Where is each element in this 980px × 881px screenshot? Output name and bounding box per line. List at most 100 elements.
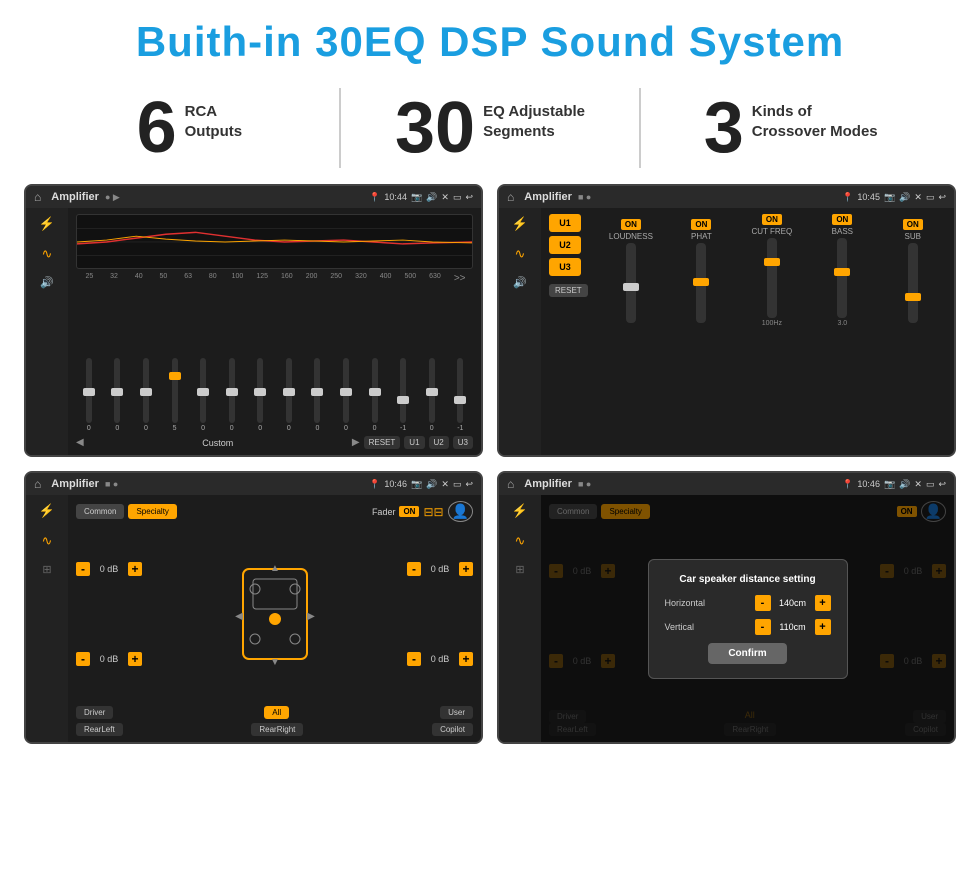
dialog-horizontal-row: Horizontal - 140cm + — [665, 595, 831, 611]
ch-cutfreq: ON CUT FREQ 100Hz — [739, 214, 805, 327]
dialog-vertical-plus[interactable]: + — [815, 619, 831, 635]
db-rr-minus[interactable]: - — [407, 652, 421, 666]
eq-track-12[interactable] — [429, 358, 435, 423]
dialog-eq-icon[interactable]: ⚡ — [512, 503, 528, 519]
amp2-reset-btn[interactable]: RESET — [549, 284, 588, 297]
eq-track-0[interactable] — [86, 358, 92, 423]
sub-slider[interactable] — [908, 243, 918, 323]
sub-on[interactable]: ON — [903, 219, 923, 230]
eq-track-13[interactable] — [457, 358, 463, 423]
freq-500: 500 — [399, 273, 422, 284]
amp2-u2-btn[interactable]: U2 — [549, 236, 581, 254]
eq-sidebar-vol-icon[interactable]: 🔊 — [40, 276, 54, 289]
eq-track-7[interactable] — [286, 358, 292, 423]
dialog-content: ⚡ ∿ ⊞ Common Specialty ON 👤 — [499, 495, 954, 742]
fader-rearright-btn[interactable]: RearRight — [251, 723, 303, 736]
fader-eq-icon[interactable]: ⚡ — [39, 503, 55, 519]
amp2-main: U1 U2 U3 RESET ON LOUDNESS — [541, 208, 954, 455]
eq-next-icon[interactable]: ▶ — [352, 437, 360, 448]
fader-on-badge[interactable]: ON — [399, 506, 419, 517]
phat-slider[interactable] — [696, 243, 706, 323]
eq-u2-btn[interactable]: U2 — [429, 436, 449, 449]
eq-track-9[interactable] — [343, 358, 349, 423]
amp2-u-buttons: U1 U2 U3 RESET — [549, 214, 588, 449]
cutfreq-slider[interactable] — [767, 238, 777, 318]
fader-back-icon[interactable]: ↩ — [465, 479, 473, 490]
fader-wave-icon[interactable]: ∿ — [42, 533, 53, 549]
db-rl: - 0 dB + — [76, 652, 142, 666]
dialog-horizontal-label: Horizontal — [665, 598, 706, 608]
eq-track-10[interactable] — [372, 358, 378, 423]
dialog-vertical-control: - 110cm + — [755, 619, 831, 635]
loudness-slider[interactable] — [626, 243, 636, 323]
dialog-expand-icon[interactable]: ⊞ — [515, 563, 524, 576]
eq-u3-btn[interactable]: U3 — [453, 436, 473, 449]
dialog-horizontal-plus[interactable]: + — [815, 595, 831, 611]
home-icon[interactable]: ⌂ — [34, 190, 41, 204]
fader-expand-icon[interactable]: ⊞ — [42, 563, 51, 576]
fader-specialty-tab[interactable]: Specialty — [128, 504, 176, 519]
cutfreq-label: CUT FREQ — [751, 227, 792, 236]
eq-sidebar-wave-icon[interactable]: ∿ — [42, 246, 53, 262]
dialog-confirm-button[interactable]: Confirm — [708, 643, 786, 664]
eq-slider-9: 0 — [333, 358, 359, 432]
eq-sliders: 0 0 0 5 0 — [76, 288, 473, 432]
fader-driver-btn[interactable]: Driver — [76, 706, 113, 719]
eq-u1-btn[interactable]: U1 — [404, 436, 424, 449]
loudness-on[interactable]: ON — [621, 219, 641, 230]
amp2-back-icon[interactable]: ↩ — [938, 192, 946, 203]
eq-track-8[interactable] — [314, 358, 320, 423]
db-rr-plus[interactable]: + — [459, 652, 473, 666]
eq-sidebar-eq-icon[interactable]: ⚡ — [39, 216, 55, 232]
db-rl-minus[interactable]: - — [76, 652, 90, 666]
fader-car-diagram-wrap: ▲ ▼ ◀ ▶ — [148, 526, 401, 702]
dialog-wave-icon[interactable]: ∿ — [515, 533, 526, 549]
bass-on[interactable]: ON — [832, 214, 852, 225]
eq-prev-icon[interactable]: ◀ — [76, 437, 84, 448]
db-rl-plus[interactable]: + — [128, 652, 142, 666]
eq-track-1[interactable] — [114, 358, 120, 423]
amp2-eq-icon[interactable]: ⚡ — [512, 216, 528, 232]
db-fr-minus[interactable]: - — [407, 562, 421, 576]
amp2-u1-btn[interactable]: U1 — [549, 214, 581, 232]
dialog-horizontal-minus[interactable]: - — [755, 595, 771, 611]
fader-home-icon[interactable]: ⌂ — [34, 477, 41, 491]
amp2-home-icon[interactable]: ⌂ — [507, 190, 514, 204]
eq-expand-icon[interactable]: >> — [448, 273, 471, 284]
eq-back-icon[interactable]: ↩ — [465, 192, 473, 203]
fader-user-btn[interactable]: User — [440, 706, 473, 719]
dialog-vertical-minus[interactable]: - — [755, 619, 771, 635]
fader-all-btn[interactable]: All — [264, 706, 289, 719]
db-fr-plus[interactable]: + — [459, 562, 473, 576]
eq-slider-1: 0 — [105, 358, 131, 432]
eq-reset-btn[interactable]: RESET — [364, 436, 401, 449]
dialog-back-icon[interactable]: ↩ — [938, 479, 946, 490]
dialog-home-icon[interactable]: ⌂ — [507, 477, 514, 491]
freq-100: 100 — [226, 273, 249, 284]
dialog-box: Car speaker distance setting Horizontal … — [648, 559, 848, 679]
eq-track-5[interactable] — [229, 358, 235, 423]
screens-grid: ⌂ Amplifier ● ▶ 📍 10:44 📷 🔊 ✕ ▭ ↩ ⚡ ∿ 🔊 — [0, 184, 980, 744]
eq-track-6[interactable] — [257, 358, 263, 423]
stat-rca-number: 6 — [137, 92, 177, 164]
fader-rearleft-btn[interactable]: RearLeft — [76, 723, 123, 736]
amp2-vol-icon[interactable]: 🔊 — [513, 276, 527, 289]
cutfreq-on[interactable]: ON — [762, 214, 782, 225]
eq-track-4[interactable] — [200, 358, 206, 423]
amp2-u3-btn[interactable]: U3 — [549, 258, 581, 276]
fader-common-tab[interactable]: Common — [76, 504, 124, 519]
car-diagram-svg: ▲ ▼ ◀ ▶ — [235, 559, 315, 669]
eq-track-2[interactable] — [143, 358, 149, 423]
freq-400: 400 — [374, 273, 397, 284]
bass-slider[interactable] — [837, 238, 847, 318]
db-fr-val: 0 dB — [425, 564, 455, 574]
fader-copilot-btn[interactable]: Copilot — [432, 723, 473, 736]
db-fl-plus[interactable]: + — [128, 562, 142, 576]
amp2-time: 10:45 — [857, 192, 880, 202]
eq-track-11[interactable] — [400, 358, 406, 423]
amp2-wave-icon[interactable]: ∿ — [515, 246, 526, 262]
dialog-horizontal-value: 140cm — [775, 598, 811, 608]
phat-on[interactable]: ON — [691, 219, 711, 230]
eq-track-3[interactable] — [172, 358, 178, 423]
db-fl-minus[interactable]: - — [76, 562, 90, 576]
